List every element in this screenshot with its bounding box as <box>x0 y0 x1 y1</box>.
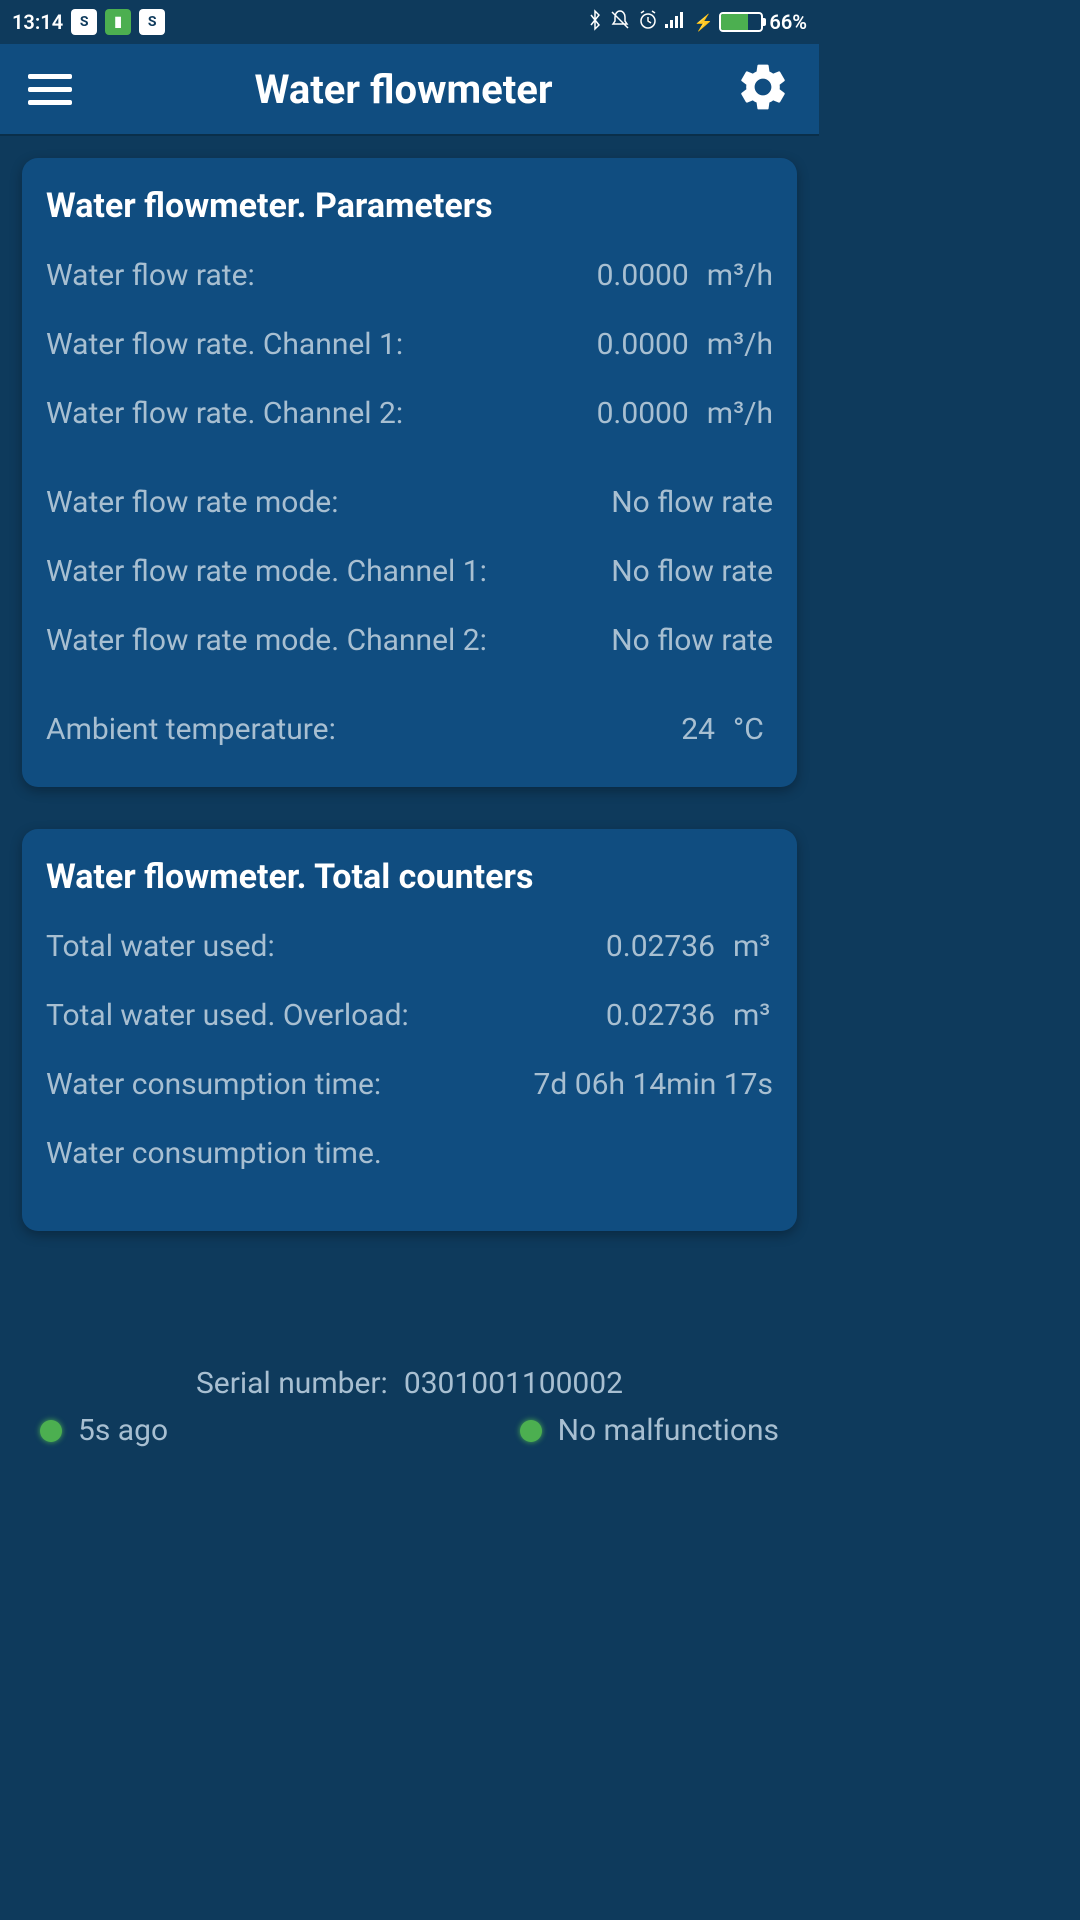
param-label: Water flow rate. Channel 1: <box>46 325 577 364</box>
mute-icon <box>609 9 631 36</box>
app-icon-2: ▮ <box>105 9 131 35</box>
footer-bar: Serial number: 0301001100002 5s ago No m… <box>0 1356 819 1456</box>
serial-number-row: Serial number: 0301001100002 <box>40 1366 779 1401</box>
signal-icon <box>665 10 687 35</box>
param-value: 24 <box>681 712 715 747</box>
param-unit: m³/h <box>707 258 773 293</box>
page-title: Water flowmeter <box>255 66 553 113</box>
param-flow-rate: Water flow rate: 0.0000 m³/h <box>46 256 773 295</box>
param-value: No flow rate <box>611 485 773 520</box>
param-consumption-time-partial: Water consumption time. <box>46 1134 773 1173</box>
param-value: No flow rate <box>611 623 773 658</box>
settings-button[interactable] <box>735 59 791 119</box>
app-icon-3: S <box>139 9 165 35</box>
content-area[interactable]: Water flowmeter. Parameters Water flow r… <box>0 136 819 1295</box>
param-label: Water flow rate mode. Channel 1: <box>46 552 591 591</box>
parameters-title: Water flowmeter. Parameters <box>46 186 773 226</box>
param-label: Ambient temperature: <box>46 710 661 749</box>
parameters-card: Water flowmeter. Parameters Water flow r… <box>22 158 797 787</box>
battery-percent: 66% <box>769 10 807 34</box>
bluetooth-icon <box>587 9 603 36</box>
param-unit: m³/h <box>707 396 773 431</box>
status-time: 13:14 <box>12 10 63 34</box>
param-label: Total water used. Overload: <box>46 996 586 1035</box>
status-bar: 13:14 S ▮ S ⚡ 66% <box>0 0 819 44</box>
param-label: Water consumption time. <box>46 1134 773 1173</box>
param-total-used: Total water used: 0.02736 m³ <box>46 927 773 966</box>
param-flow-rate-mode-ch1: Water flow rate mode. Channel 1: No flow… <box>46 552 773 591</box>
param-flow-rate-ch1: Water flow rate. Channel 1: 0.0000 m³/h <box>46 325 773 364</box>
param-value: No flow rate <box>611 554 773 589</box>
param-unit: m³/h <box>707 327 773 362</box>
param-value: 7d 06h 14min 17s <box>534 1067 773 1102</box>
malfunction-text: No malfunctions <box>558 1413 779 1448</box>
counters-title: Water flowmeter. Total counters <box>46 857 773 897</box>
param-label: Total water used: <box>46 927 586 966</box>
param-label: Water flow rate: <box>46 256 577 295</box>
param-value: 0.0000 <box>597 396 689 431</box>
param-label: Water flow rate. Channel 2: <box>46 394 577 433</box>
param-value: 0.0000 <box>597 258 689 293</box>
counters-card: Water flowmeter. Total counters Total wa… <box>22 829 797 1231</box>
param-label: Water flow rate mode: <box>46 483 591 522</box>
serial-label: Serial number: <box>196 1366 388 1401</box>
param-unit: m³ <box>733 929 773 964</box>
param-unit: m³ <box>733 998 773 1033</box>
last-update-text: 5s ago <box>78 1413 168 1448</box>
param-unit: °C <box>733 712 773 747</box>
app-header: Water flowmeter <box>0 44 819 136</box>
param-total-used-overload: Total water used. Overload: 0.02736 m³ <box>46 996 773 1035</box>
param-flow-rate-mode-ch2: Water flow rate mode. Channel 2: No flow… <box>46 621 773 660</box>
param-value: 0.02736 <box>606 929 715 964</box>
param-label: Water consumption time: <box>46 1065 514 1104</box>
alarm-icon <box>637 9 659 36</box>
serial-value: 0301001100002 <box>404 1366 623 1401</box>
status-dot-icon <box>520 1420 542 1442</box>
menu-button[interactable] <box>28 74 72 105</box>
param-ambient-temp: Ambient temperature: 24 °C <box>46 710 773 749</box>
charging-icon: ⚡ <box>693 13 713 32</box>
param-consumption-time: Water consumption time: 7d 06h 14min 17s <box>46 1065 773 1104</box>
param-flow-rate-mode: Water flow rate mode: No flow rate <box>46 483 773 522</box>
param-value: 0.02736 <box>606 998 715 1033</box>
param-value: 0.0000 <box>597 327 689 362</box>
param-label: Water flow rate mode. Channel 2: <box>46 621 591 660</box>
last-update-status: 5s ago <box>40 1413 168 1448</box>
gear-icon <box>735 59 791 115</box>
malfunction-status: No malfunctions <box>520 1413 779 1448</box>
status-dot-icon <box>40 1420 62 1442</box>
app-icon-1: S <box>71 9 97 35</box>
param-flow-rate-ch2: Water flow rate. Channel 2: 0.0000 m³/h <box>46 394 773 433</box>
battery-icon <box>719 12 763 32</box>
